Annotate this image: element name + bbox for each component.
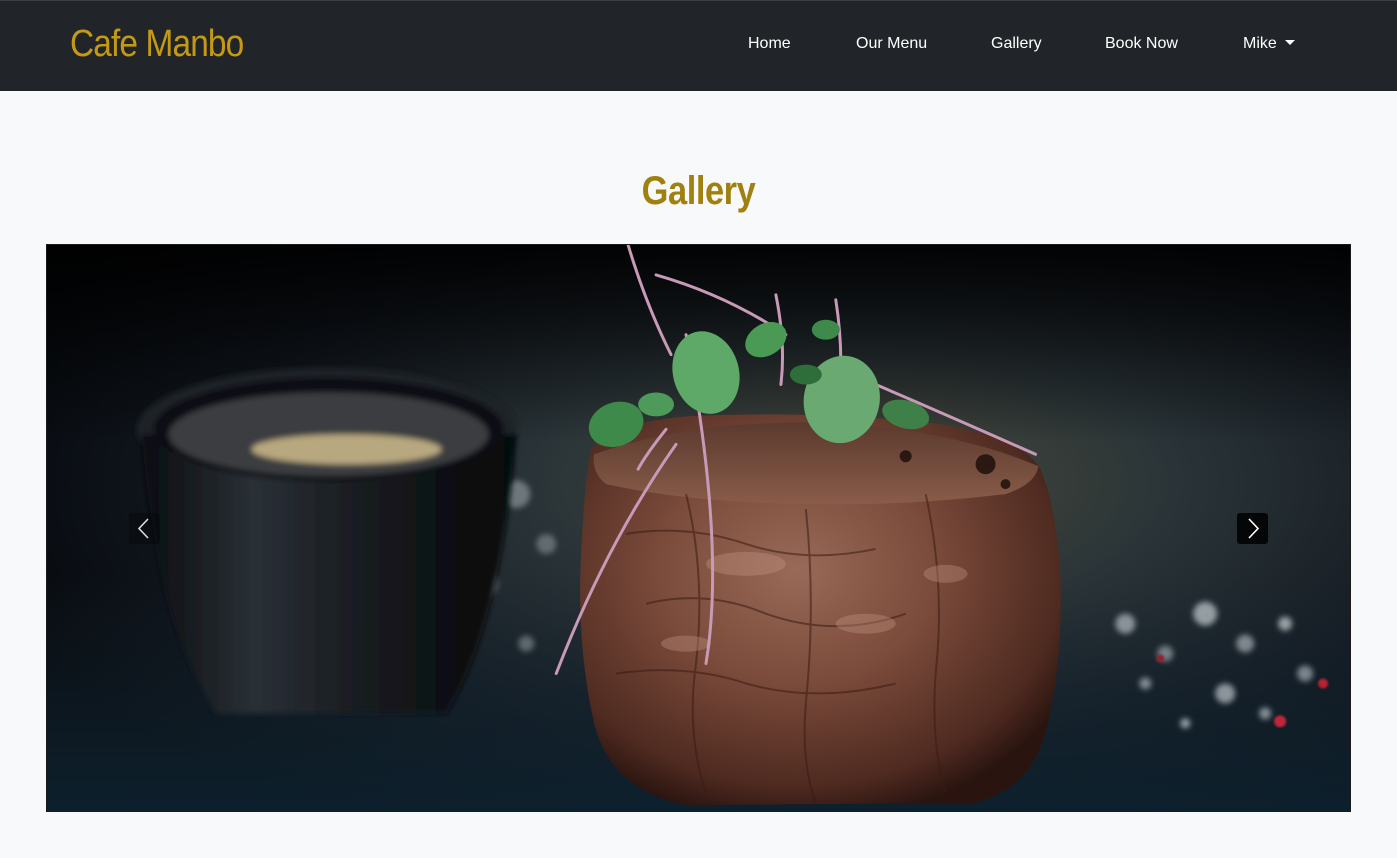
nav-links: Home Our Menu Gallery Book Now Mike [0,1,1397,92]
user-menu-dropdown[interactable]: Mike [1243,35,1295,53]
chevron-right-icon [1248,518,1260,539]
nav-book-now[interactable]: Book Now [1105,35,1178,53]
user-menu-label: Mike [1243,35,1277,52]
caret-down-icon [1284,40,1295,45]
slide-image [47,245,1350,811]
nav-gallery[interactable]: Gallery [991,35,1042,53]
nav-home[interactable]: Home [748,35,791,53]
gallery-carousel [46,244,1351,812]
navbar: Cafe Manbo Home Our Menu Gallery Book No… [0,0,1397,91]
carousel-next-button[interactable] [1237,513,1268,544]
chevron-left-icon [137,518,149,539]
nav-our-menu[interactable]: Our Menu [856,35,927,53]
carousel-prev-button[interactable] [129,513,160,544]
page-title: Gallery [641,168,756,213]
